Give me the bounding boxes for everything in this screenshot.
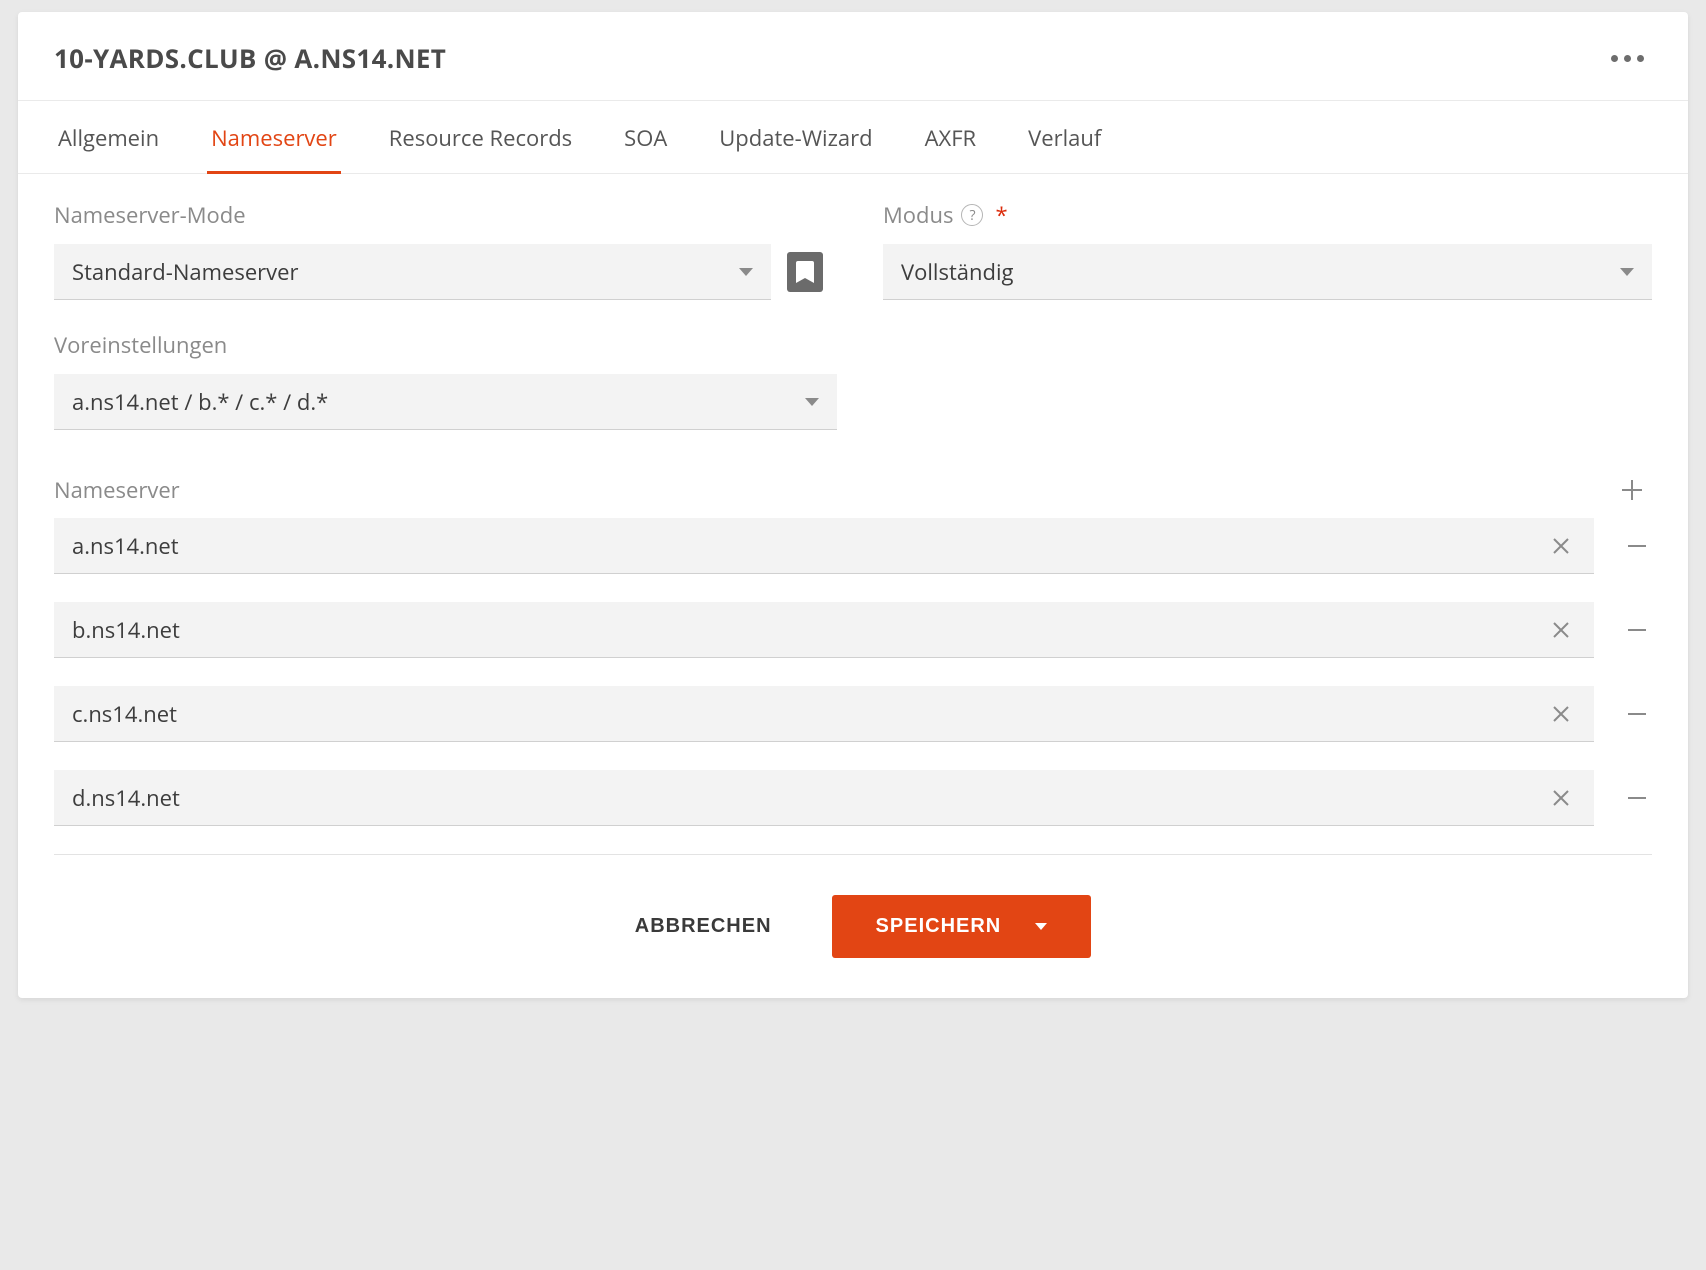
modus-value: Vollständig [901, 257, 1013, 287]
tab-bar: Allgemein Nameserver Resource Records SO… [18, 101, 1688, 174]
modus-label-text: Modus [883, 200, 953, 230]
nameserver-input-wrap [54, 518, 1594, 574]
preset-value: a.ns14.net / b.* / c.* / d.* [72, 387, 328, 417]
remove-nameserver-button[interactable] [1622, 699, 1652, 729]
page-title: 10-YARDS.CLUB @ A.NS14.NET [54, 40, 446, 76]
preset-select[interactable]: a.ns14.net / b.* / c.* / d.* [54, 374, 837, 430]
chevron-down-icon [739, 268, 753, 276]
minus-icon [1625, 786, 1649, 810]
close-icon [1551, 536, 1571, 556]
cancel-button[interactable]: ABBRECHEN [615, 899, 792, 954]
clear-input-button[interactable] [1546, 531, 1576, 561]
field-nameserver-mode: Nameserver-Mode Standard-Nameserver [54, 200, 823, 300]
remove-nameserver-button[interactable] [1622, 783, 1652, 813]
bookmark-button[interactable] [787, 252, 823, 292]
modus-label: Modus ? * [883, 200, 1652, 230]
nameserver-row [54, 770, 1652, 826]
nameserver-row [54, 518, 1652, 574]
clear-input-button[interactable] [1546, 699, 1576, 729]
more-actions-button[interactable] [1603, 47, 1652, 70]
save-button-label: SPEICHERN [876, 915, 1002, 938]
tab-allgemein[interactable]: Allgemein [54, 101, 163, 174]
save-button[interactable]: SPEICHERN [832, 895, 1092, 958]
footer-actions: ABBRECHEN SPEICHERN [18, 855, 1688, 958]
nameserver-input[interactable] [72, 699, 1426, 729]
card-header: 10-YARDS.CLUB @ A.NS14.NET [18, 12, 1688, 101]
nameserver-input-wrap [54, 770, 1594, 826]
settings-card: 10-YARDS.CLUB @ A.NS14.NET Allgemein Nam… [18, 12, 1688, 998]
tab-verlauf[interactable]: Verlauf [1024, 101, 1105, 174]
nameserver-row [54, 602, 1652, 658]
nameserver-rows [54, 518, 1652, 826]
close-icon [1551, 620, 1571, 640]
nameserver-row [54, 686, 1652, 742]
field-modus: Modus ? * Vollständig [883, 200, 1652, 300]
nameserver-mode-label: Nameserver-Mode [54, 200, 823, 230]
clear-input-button[interactable] [1546, 615, 1576, 645]
preset-label: Voreinstellungen [54, 330, 837, 360]
clear-input-button[interactable] [1546, 783, 1576, 813]
chevron-down-icon [1035, 923, 1047, 930]
remove-nameserver-button[interactable] [1622, 531, 1652, 561]
close-icon [1551, 704, 1571, 724]
tab-nameserver[interactable]: Nameserver [207, 101, 341, 174]
chevron-down-icon [805, 398, 819, 406]
minus-icon [1625, 534, 1649, 558]
nameserver-mode-value: Standard-Nameserver [72, 257, 299, 287]
help-icon[interactable]: ? [961, 204, 983, 226]
bookmark-icon [796, 261, 814, 283]
add-nameserver-button[interactable] [1612, 470, 1652, 510]
nameserver-input[interactable] [72, 615, 1426, 645]
field-preset: Voreinstellungen a.ns14.net / b.* / c.* … [54, 330, 837, 430]
plus-icon [1619, 477, 1645, 503]
tab-resource-records[interactable]: Resource Records [385, 101, 576, 174]
required-indicator: * [995, 200, 1007, 230]
remove-nameserver-button[interactable] [1622, 615, 1652, 645]
form-area: Nameserver-Mode Standard-Nameserver Modu… [18, 174, 1688, 826]
close-icon [1551, 788, 1571, 808]
nameserver-input[interactable] [72, 531, 1426, 561]
tab-axfr[interactable]: AXFR [921, 101, 981, 174]
minus-icon [1625, 702, 1649, 726]
modus-select[interactable]: Vollständig [883, 244, 1652, 300]
tab-soa[interactable]: SOA [620, 101, 671, 174]
nameserver-input-wrap [54, 602, 1594, 658]
nameserver-list-label: Nameserver [54, 475, 180, 505]
chevron-down-icon [1620, 268, 1634, 276]
minus-icon [1625, 618, 1649, 642]
nameserver-mode-select[interactable]: Standard-Nameserver [54, 244, 771, 300]
nameserver-input-wrap [54, 686, 1594, 742]
nameserver-list-header: Nameserver [54, 470, 1652, 510]
tab-update-wizard[interactable]: Update-Wizard [715, 101, 876, 174]
nameserver-input[interactable] [72, 783, 1426, 813]
